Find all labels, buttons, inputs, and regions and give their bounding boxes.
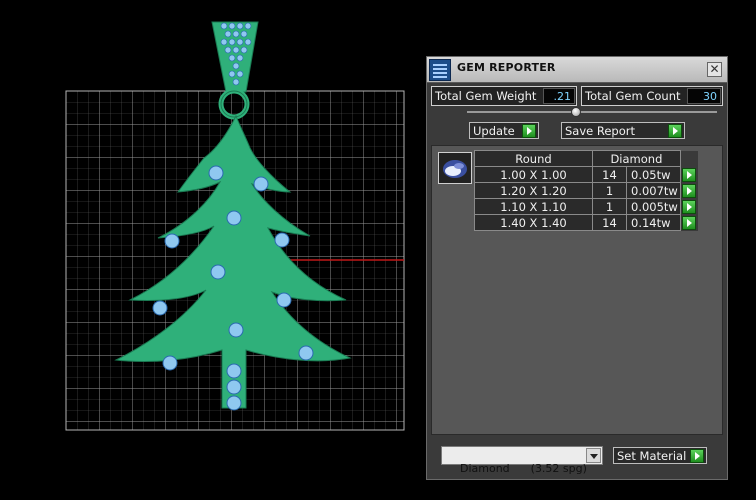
update-button-label: Update [473, 124, 515, 138]
gem-weight: 0.005tw [626, 198, 681, 215]
panel-title: GEM REPORTER [457, 61, 556, 74]
material-select-value: Diamond (3.52 spg) [460, 462, 587, 475]
gem-count: 14 [592, 214, 627, 231]
material-select[interactable]: Diamond (3.52 spg) [441, 446, 603, 475]
gem-weight: 0.007tw [626, 182, 681, 199]
gem-size: 1.10 X 1.10 [474, 198, 593, 215]
table-row[interactable]: 1.40 X 1.40 14 0.14tw [474, 214, 699, 231]
gem-reporter-panel: GEM REPORTER ✕ Total Gem Weight .21 Tota… [426, 56, 728, 480]
gem-list-area: Round Diamond 1.00 X 1.00 14 0.05tw 1.20… [431, 145, 723, 435]
column-header-stone: Diamond [592, 150, 681, 167]
gem-count: 1 [592, 182, 627, 199]
gem-table: Round Diamond 1.00 X 1.00 14 0.05tw 1.20… [474, 150, 699, 231]
dropdown-arrow-icon[interactable] [586, 448, 601, 463]
slider-track[interactable] [467, 111, 717, 113]
go-arrow-icon[interactable] [681, 199, 696, 214]
total-gem-weight-label: Total Gem Weight [435, 89, 537, 103]
total-gem-count-value: 30 [687, 88, 721, 104]
header-spacer [680, 150, 699, 167]
gem-weight: 0.14tw [626, 214, 681, 231]
set-material-button-label: Set Material [617, 449, 687, 463]
go-arrow-icon[interactable] [522, 124, 536, 138]
table-row[interactable]: 1.00 X 1.00 14 0.05tw [474, 166, 699, 183]
close-icon[interactable]: ✕ [707, 62, 722, 77]
row-action[interactable] [680, 214, 699, 231]
go-arrow-icon[interactable] [681, 167, 696, 182]
update-button[interactable]: Update [469, 122, 539, 139]
panel-titlebar[interactable]: GEM REPORTER ✕ [427, 57, 727, 83]
viewport-canvas[interactable] [0, 0, 420, 500]
total-gem-weight-value: .21 [543, 88, 575, 104]
total-gem-count-label: Total Gem Count [585, 89, 681, 103]
row-action[interactable] [680, 166, 699, 183]
gem-count: 1 [592, 198, 627, 215]
gem-size: 1.20 X 1.20 [474, 182, 593, 199]
row-action[interactable] [680, 198, 699, 215]
slider-handle[interactable] [571, 107, 581, 117]
gem-thumbnail-icon [438, 152, 472, 184]
3d-viewport[interactable] [0, 0, 420, 500]
gem-count: 14 [592, 166, 627, 183]
gem-size: 1.00 X 1.00 [474, 166, 593, 183]
row-action[interactable] [680, 182, 699, 199]
go-arrow-icon[interactable] [690, 449, 704, 463]
table-row[interactable]: 1.20 X 1.20 1 0.007tw [474, 182, 699, 199]
go-arrow-icon[interactable] [681, 215, 696, 230]
gem-report-icon [429, 59, 451, 81]
go-arrow-icon[interactable] [668, 124, 682, 138]
go-arrow-icon[interactable] [681, 183, 696, 198]
table-header-row: Round Diamond [474, 150, 699, 167]
set-material-button[interactable]: Set Material [613, 447, 707, 464]
save-report-button-label: Save Report [565, 124, 636, 138]
table-row[interactable]: 1.10 X 1.10 1 0.005tw [474, 198, 699, 215]
gem-size: 1.40 X 1.40 [474, 214, 593, 231]
save-report-button[interactable]: Save Report [561, 122, 685, 139]
column-header-cut: Round [474, 150, 593, 167]
gem-weight: 0.05tw [626, 166, 681, 183]
